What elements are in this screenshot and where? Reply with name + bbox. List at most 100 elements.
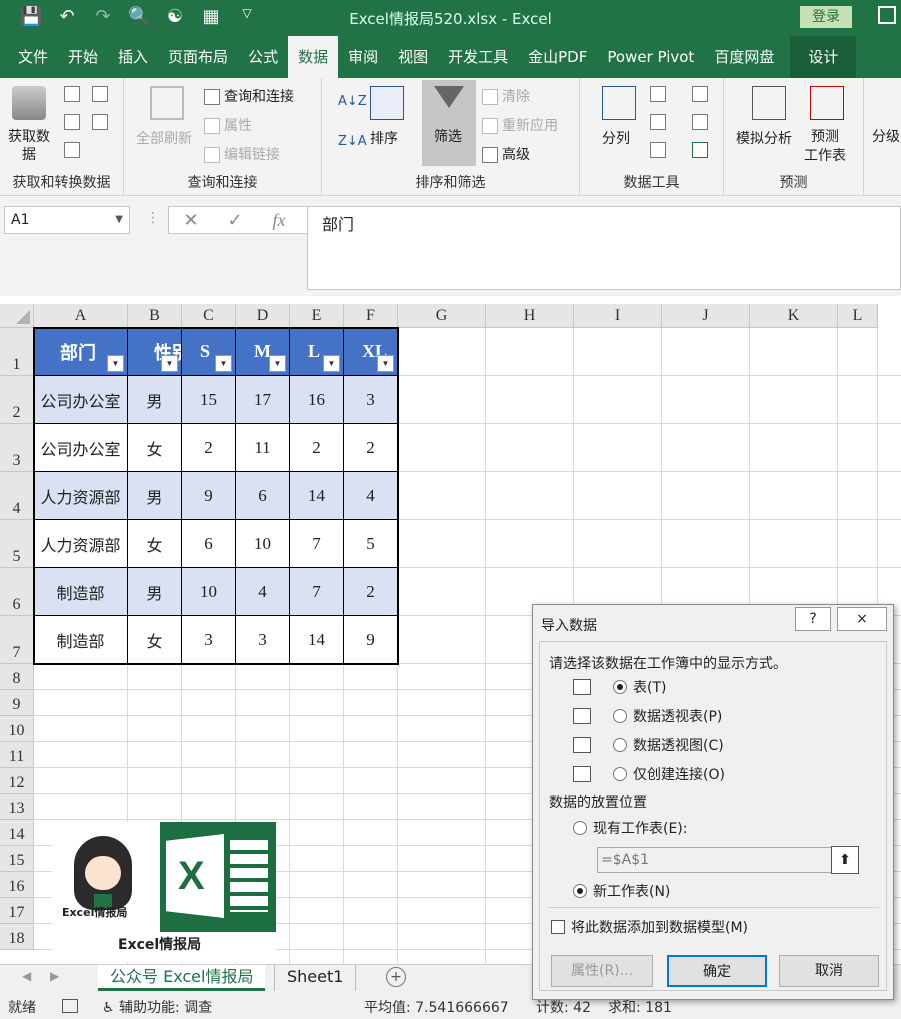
tab-4[interactable]: 公式 [238, 36, 288, 78]
table-cell[interactable]: 女 [128, 424, 182, 472]
formula-input[interactable]: 部门 [307, 206, 901, 290]
table-cell[interactable]: 公司办公室 [34, 424, 128, 472]
table-cell[interactable]: 11 [236, 424, 290, 472]
filter-button[interactable]: 筛选 [422, 80, 476, 166]
option-table-radio[interactable] [613, 680, 627, 694]
data-validation-icon[interactable] [650, 142, 666, 158]
column-header[interactable]: B [128, 304, 182, 328]
tab-0[interactable]: 文件 [8, 36, 58, 78]
next-sheet-icon[interactable]: ▶ [50, 969, 59, 983]
edit-links-button[interactable]: 编辑链接 [204, 144, 280, 164]
split-button[interactable]: 分列 [602, 128, 630, 148]
column-header[interactable]: D [236, 304, 290, 328]
tab-7[interactable]: 视图 [388, 36, 438, 78]
remove-duplicates-icon[interactable] [650, 114, 666, 130]
table-cell[interactable]: 16 [290, 376, 344, 424]
row-header[interactable]: 7 [0, 616, 34, 664]
outline-button[interactable]: 分级 [872, 126, 900, 146]
column-header[interactable]: G [398, 304, 486, 328]
filter-dropdown-icon[interactable]: ▼ [161, 355, 178, 372]
option-new-sheet-radio[interactable] [573, 884, 587, 898]
advanced-button[interactable]: 高级 [482, 144, 530, 164]
recent-sources-icon[interactable] [92, 86, 108, 102]
clear-button[interactable]: 清除 [482, 86, 530, 106]
range-input[interactable]: =$A$1 [597, 847, 833, 873]
table-cell[interactable]: 3 [182, 616, 236, 664]
table-cell[interactable]: 制造部 [34, 568, 128, 616]
get-data-button[interactable]: 获取数 据 [8, 128, 50, 164]
from-table-icon[interactable] [64, 142, 80, 158]
table-cell[interactable]: 2 [344, 424, 398, 472]
column-header[interactable]: F [344, 304, 398, 328]
table-cell[interactable]: 9 [344, 616, 398, 664]
option-pivot-table-radio[interactable] [613, 709, 627, 723]
row-header[interactable]: 6 [0, 568, 34, 616]
table-cell[interactable]: 10 [236, 520, 290, 568]
table-header-cell[interactable]: 部门 ▼ [34, 328, 128, 376]
flash-fill-icon[interactable] [650, 86, 666, 102]
table-cell[interactable]: 6 [182, 520, 236, 568]
table-cell[interactable]: 4 [236, 568, 290, 616]
name-box[interactable]: A1 ▼ [4, 206, 130, 234]
row-header[interactable]: 12 [0, 768, 34, 794]
relationships-icon[interactable] [692, 114, 708, 130]
column-header[interactable]: I [574, 304, 662, 328]
tab-11[interactable]: 百度网盘 [704, 36, 784, 78]
add-sheet-icon[interactable]: + [386, 967, 406, 987]
add-to-data-model[interactable]: 将此数据添加到数据模型(M) [551, 917, 748, 937]
select-all-button[interactable] [0, 304, 34, 328]
tab-design[interactable]: 设计 [790, 36, 857, 78]
forecast-sheet-button[interactable]: 预测 工作表 [804, 128, 846, 166]
filter-dropdown-icon[interactable]: ▼ [215, 355, 232, 372]
row-header[interactable]: 15 [0, 846, 34, 872]
help-button[interactable]: ? [795, 607, 831, 631]
column-header[interactable]: J [662, 304, 750, 328]
table-cell[interactable]: 人力资源部 [34, 520, 128, 568]
table-header-cell[interactable]: 性别▼ [128, 328, 182, 376]
table-cell[interactable]: 人力资源部 [34, 472, 128, 520]
table-cell[interactable]: 7 [290, 520, 344, 568]
column-header[interactable]: A [34, 304, 128, 328]
properties-dialog-button[interactable]: 属性(R)... [551, 955, 653, 987]
table-cell[interactable]: 2 [182, 424, 236, 472]
sort-button[interactable]: 排序 [370, 128, 398, 148]
table-cell[interactable]: 14 [290, 616, 344, 664]
tab-1[interactable]: 开始 [58, 36, 108, 78]
table-cell[interactable]: 男 [128, 376, 182, 424]
column-header[interactable]: H [486, 304, 574, 328]
row-header[interactable]: 17 [0, 898, 34, 924]
tab-9[interactable]: 金山PDF [518, 36, 597, 78]
what-if-button[interactable]: 模拟分析 [736, 128, 792, 148]
properties-button[interactable]: 属性 [204, 115, 252, 135]
option-existing-sheet-radio[interactable] [573, 821, 587, 835]
existing-conn-icon[interactable] [92, 114, 108, 130]
tab-5[interactable]: 数据 [288, 36, 339, 78]
table-cell[interactable]: 公司办公室 [34, 376, 128, 424]
table-cell[interactable]: 7 [290, 568, 344, 616]
reapply-button[interactable]: 重新应用 [482, 115, 558, 135]
row-header[interactable]: 13 [0, 794, 34, 820]
splitter-icon[interactable]: ⋮ [146, 210, 160, 226]
option-new-sheet[interactable]: 新工作表(N) [573, 881, 670, 901]
column-header[interactable]: K [750, 304, 838, 328]
row-header[interactable]: 11 [0, 742, 34, 768]
table-header-cell[interactable]: S ▼ [182, 328, 236, 376]
cancel-icon[interactable]: ✕ [169, 208, 213, 234]
table-cell[interactable]: 男 [128, 472, 182, 520]
tab-10[interactable]: Power Pivot [597, 36, 704, 78]
table-cell[interactable]: 4 [344, 472, 398, 520]
table-cell[interactable]: 14 [290, 472, 344, 520]
option-connection-only-radio[interactable] [613, 767, 627, 781]
filter-dropdown-icon[interactable]: ▼ [377, 355, 394, 372]
row-header[interactable]: 1 [0, 328, 34, 376]
column-header[interactable]: L [838, 304, 878, 328]
sheet-tab-active[interactable]: 公众号 Excel情报局 [98, 965, 266, 991]
add-to-data-model-checkbox[interactable] [551, 920, 565, 934]
table-cell[interactable]: 男 [128, 568, 182, 616]
option-pivot-chart-radio[interactable] [613, 738, 627, 752]
option-connection-only[interactable]: 仅创建连接(O) [573, 764, 725, 784]
sort-desc-icon[interactable]: Z↓A [338, 134, 367, 149]
accessibility-status[interactable]: ♿ 辅助功能: 调查 [102, 997, 212, 1017]
cancel-button[interactable]: 取消 [779, 955, 879, 987]
table-cell[interactable]: 制造部 [34, 616, 128, 664]
